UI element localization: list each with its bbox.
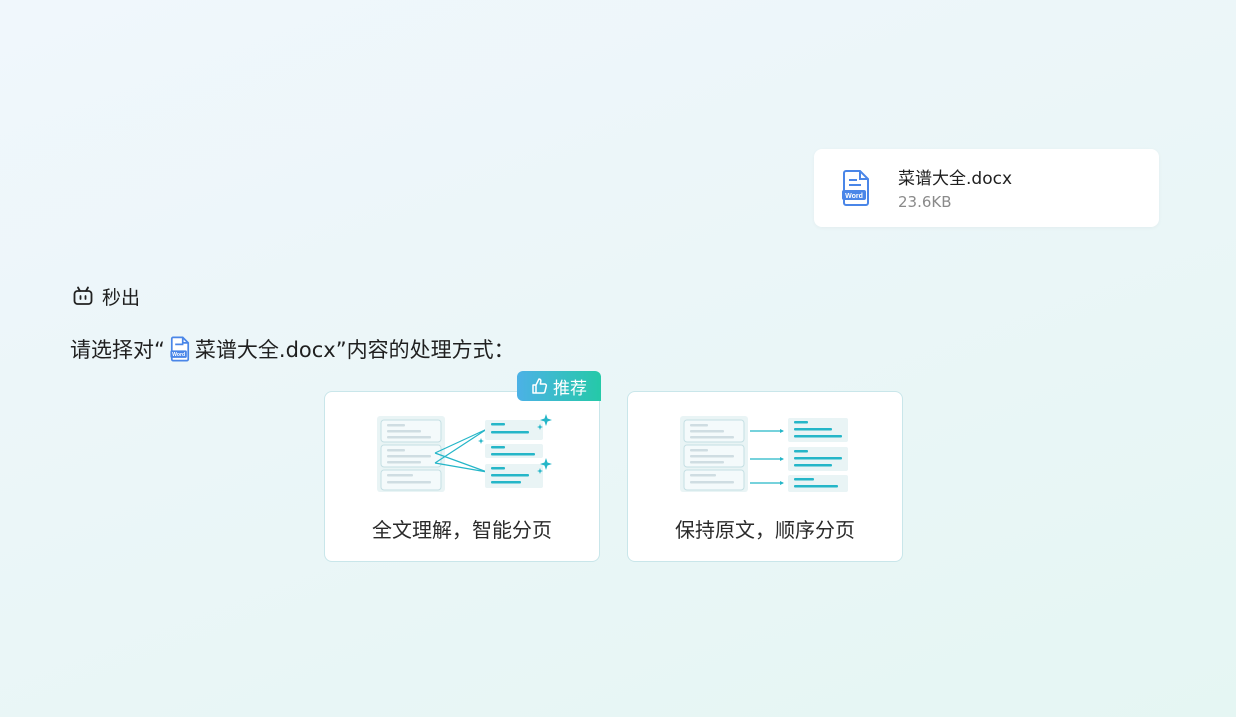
svg-text:Word: Word [172,352,185,358]
assistant-name: 秒出 [102,286,141,309]
prompt-prefix: 请选择对“ [70,338,165,362]
prompt-text: 请选择对“ Word 菜谱大全.docx ”内容的处理方式： [70,334,515,364]
thumbs-up-icon [532,378,548,394]
recommended-badge: 推荐 [517,371,601,401]
option-sequential-pagination[interactable]: 保持原文，顺序分页 [627,391,903,562]
prompt-filename: 菜谱大全.docx [194,338,336,362]
word-doc-icon: Word [170,336,189,362]
option-smart-pagination-label: 全文理解，智能分页 [372,518,552,542]
option-smart-pagination[interactable]: 全文理解，智能分页 [324,391,600,562]
assistant-header: 秒出 [72,284,141,309]
recommended-badge-label: 推荐 [553,378,587,399]
word-doc-icon: Word [842,170,869,206]
file-card[interactable]: Word 菜谱大全.docx 23.6KB [814,149,1159,227]
prompt-suffix: ”内容的处理方式： [335,338,515,362]
svg-text:Word: Word [845,193,863,200]
file-name: 菜谱大全.docx [898,169,1013,189]
robot-icon [73,286,93,305]
file-size: 23.6KB [898,193,952,211]
sequential-pagination-illustration [680,416,848,492]
smart-pagination-illustration [377,414,552,492]
option-sequential-pagination-label: 保持原文，顺序分页 [675,518,855,542]
